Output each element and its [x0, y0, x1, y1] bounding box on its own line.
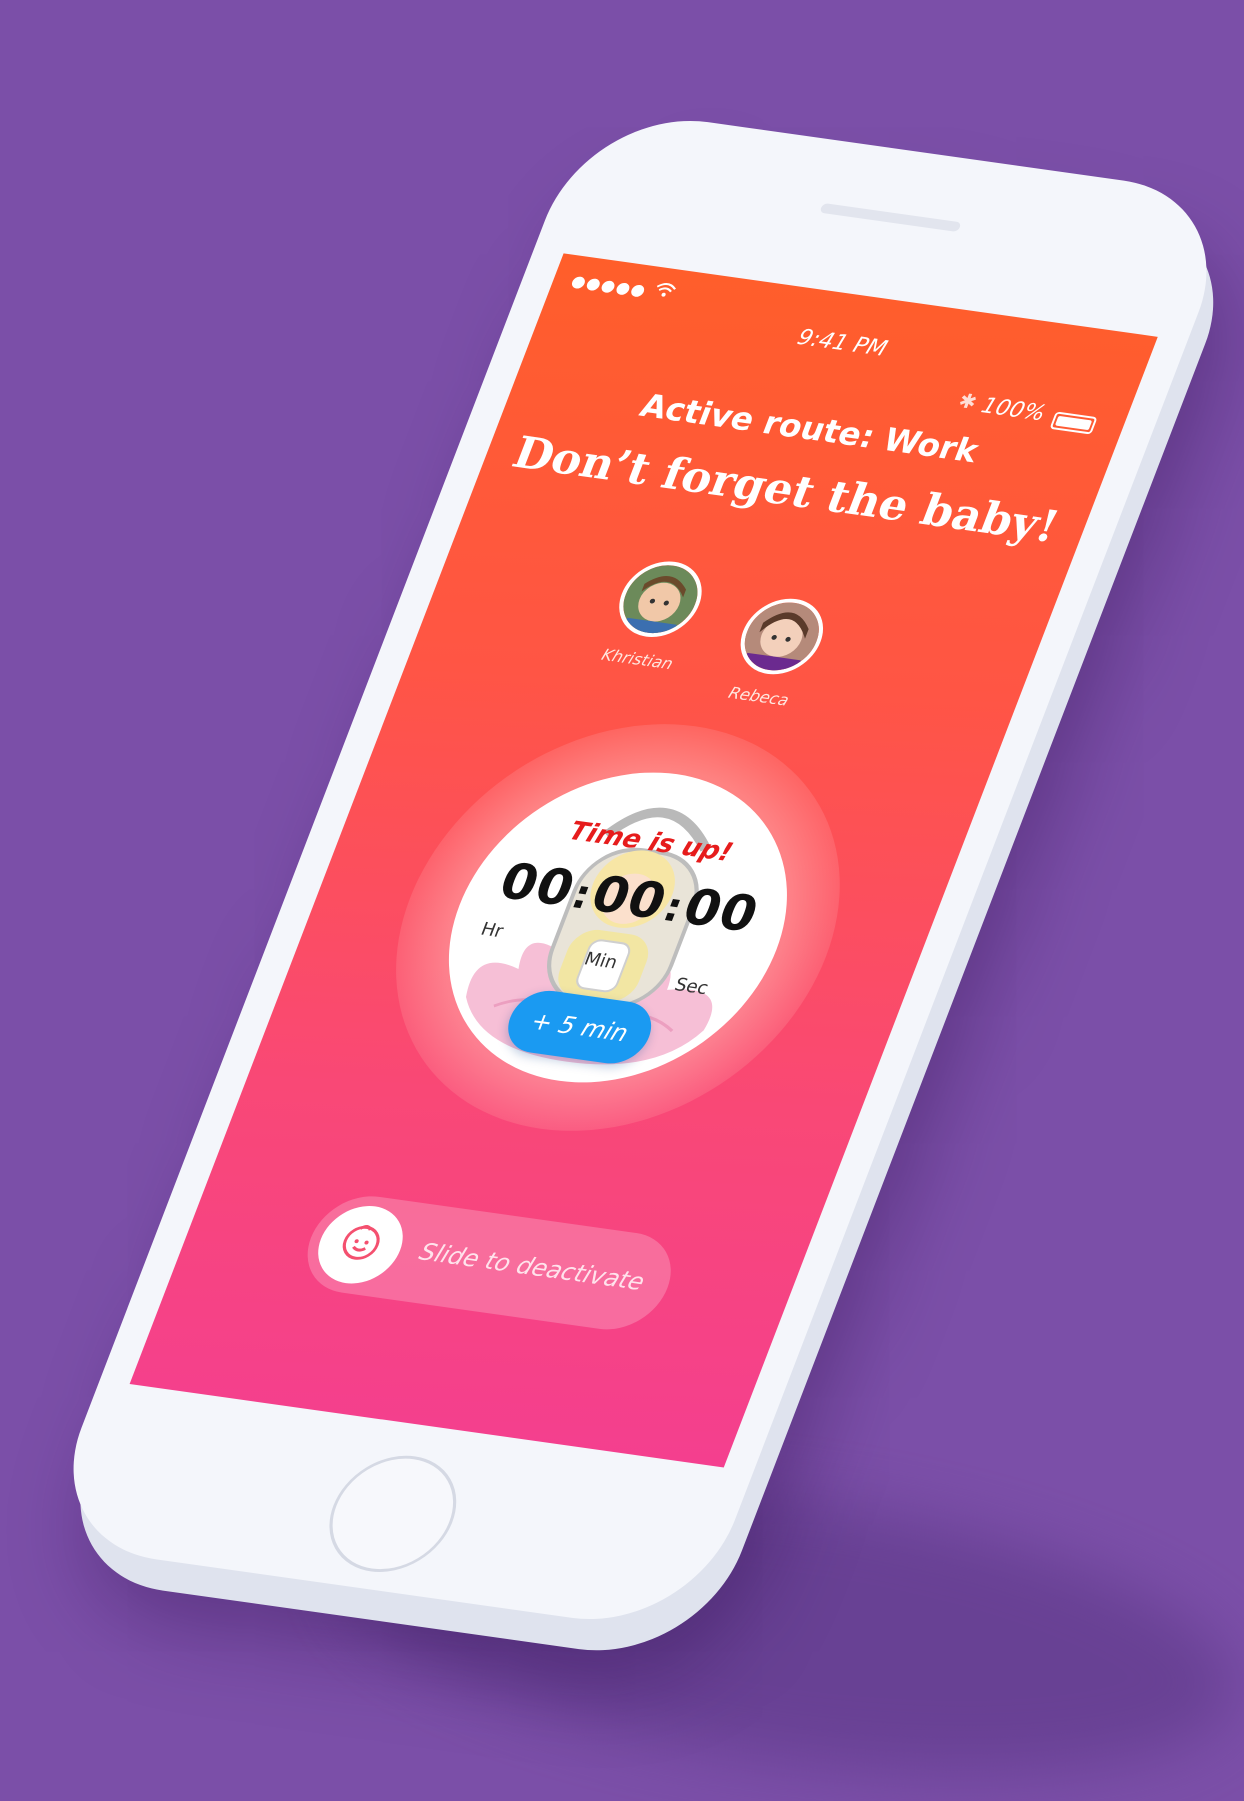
avatar	[607, 556, 714, 643]
child-name: Rebeca	[725, 683, 792, 710]
background: ●●●●● 9:41 PM ✱ 100% Active route: Work …	[0, 0, 1244, 1801]
slider-label: Slide to deactivate	[415, 1237, 649, 1296]
children-list: Khristian Rebeca	[560, 553, 892, 736]
battery-icon	[1049, 411, 1098, 435]
battery-percent: 100%	[977, 393, 1050, 427]
avatar	[728, 593, 835, 680]
baby-face-icon	[330, 1219, 391, 1271]
phone-body: ●●●●● 9:41 PM ✱ 100% Active route: Work …	[37, 105, 1243, 1635]
timer-dial: Time is up! 00:00:00 Hr Min Sec + 5 min	[400, 751, 836, 1104]
app-screen: ●●●●● 9:41 PM ✱ 100% Active route: Work …	[129, 253, 1158, 1468]
wifi-icon	[649, 279, 680, 305]
speaker-grille	[819, 202, 962, 233]
home-button[interactable]	[311, 1448, 475, 1580]
phone-mockup: ●●●●● 9:41 PM ✱ 100% Active route: Work …	[37, 105, 1243, 1635]
child-name: Khristian	[598, 645, 676, 674]
slider-knob[interactable]	[306, 1200, 415, 1289]
bluetooth-icon: ✱	[955, 388, 981, 414]
deactivate-slider[interactable]: Slide to deactivate	[292, 1189, 686, 1336]
child-item[interactable]: Rebeca	[696, 591, 856, 714]
